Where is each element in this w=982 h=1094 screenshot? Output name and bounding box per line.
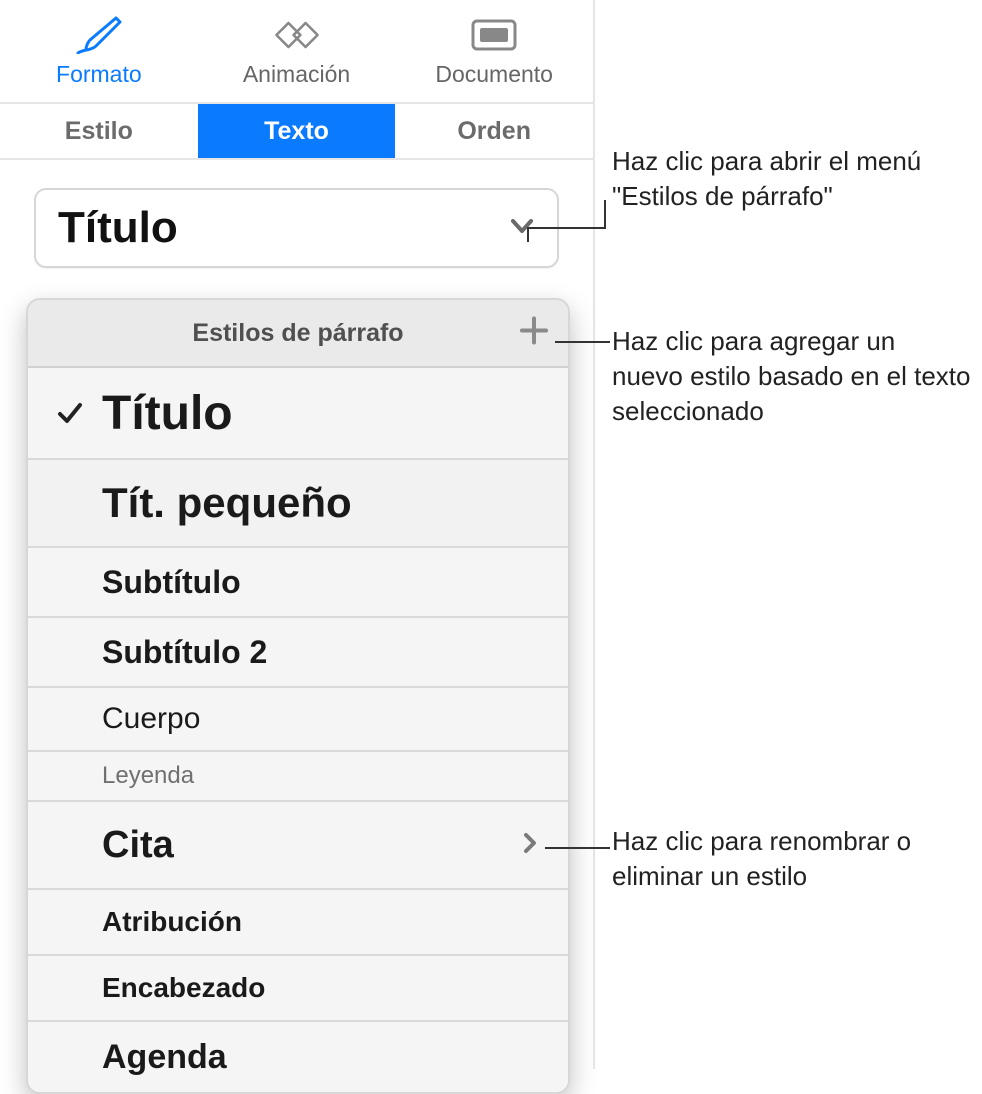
style-item-label: Título [102,386,540,441]
add-style-button[interactable] [518,315,550,352]
style-item-label: Subtítulo [102,564,540,601]
style-item-agenda[interactable]: Agenda [28,1022,568,1092]
tab-documento[interactable]: Documento [395,0,593,102]
style-item-encabezado[interactable]: Encabezado [28,956,568,1022]
paragraph-style-button[interactable]: Título [34,188,559,268]
style-item-subtitulo-2[interactable]: Subtítulo 2 [28,618,568,688]
style-item-label: Leyenda [102,762,540,790]
style-item-cita[interactable]: Cita [28,802,568,890]
style-item-label: Cuerpo [102,702,540,736]
subtab-orden[interactable]: Orden [395,104,593,158]
paragraph-styles-popover-header: Estilos de párrafo [28,300,568,368]
subtab-estilo-label: Estilo [65,117,133,146]
style-item-label: Tít. pequeño [102,479,540,527]
tab-formato-label: Formato [56,61,142,88]
tab-formato[interactable]: Formato [0,0,198,102]
subtab-orden-label: Orden [457,117,531,146]
diamonds-icon [273,15,321,55]
style-item-label: Cita [102,824,522,867]
style-item-subtitulo[interactable]: Subtítulo [28,548,568,618]
style-item-label: Atribución [102,906,540,938]
style-item-titulo[interactable]: Título [28,368,568,460]
style-item-atribucion[interactable]: Atribución [28,890,568,956]
document-icon [470,15,518,55]
subtab-texto-label: Texto [264,117,329,146]
style-item-leyenda[interactable]: Leyenda [28,752,568,802]
style-item-cuerpo[interactable]: Cuerpo [28,688,568,752]
plus-icon [518,315,550,347]
tab-animacion[interactable]: Animación [198,0,396,102]
tab-animacion-label: Animación [243,61,350,88]
callout-leader-icon [555,337,615,347]
style-item-label: Encabezado [102,972,540,1004]
callout-rename-delete: Haz clic para renombrar o eliminar un es… [612,824,962,894]
callout-add-style: Haz clic para agregar un nuevo estilo ba… [612,324,972,429]
checkmark-icon [56,399,102,427]
style-item-label: Subtítulo 2 [102,634,540,671]
paragraph-styles-popover-title: Estilos de párrafo [192,319,403,348]
paragraph-styles-list: Título Tít. pequeño Subtítulo Subtítulo … [28,368,568,1092]
callout-leader-icon [545,843,615,853]
style-item-tit-pequeno[interactable]: Tít. pequeño [28,460,568,548]
style-item-label: Agenda [102,1038,540,1077]
callout-open-menu: Haz clic para abrir el menú "Estilos de … [612,144,962,214]
subtab-estilo[interactable]: Estilo [0,104,198,158]
tab-documento-label: Documento [435,61,553,88]
callout-leader-icon [525,200,615,260]
inspector-sub-tabs: Estilo Texto Orden [0,104,593,160]
subtab-texto[interactable]: Texto [198,104,396,158]
paintbrush-icon [75,15,123,55]
inspector-panel: Formato Animación Documento Estilo [0,0,595,1069]
paragraph-style-button-label: Título [58,203,178,253]
chevron-right-icon[interactable] [522,831,540,860]
paragraph-styles-popover: Estilos de párrafo Título Tít. pequeño [26,298,570,1094]
paragraph-style-row: Título [0,160,593,268]
inspector-top-tabs: Formato Animación Documento [0,0,593,104]
